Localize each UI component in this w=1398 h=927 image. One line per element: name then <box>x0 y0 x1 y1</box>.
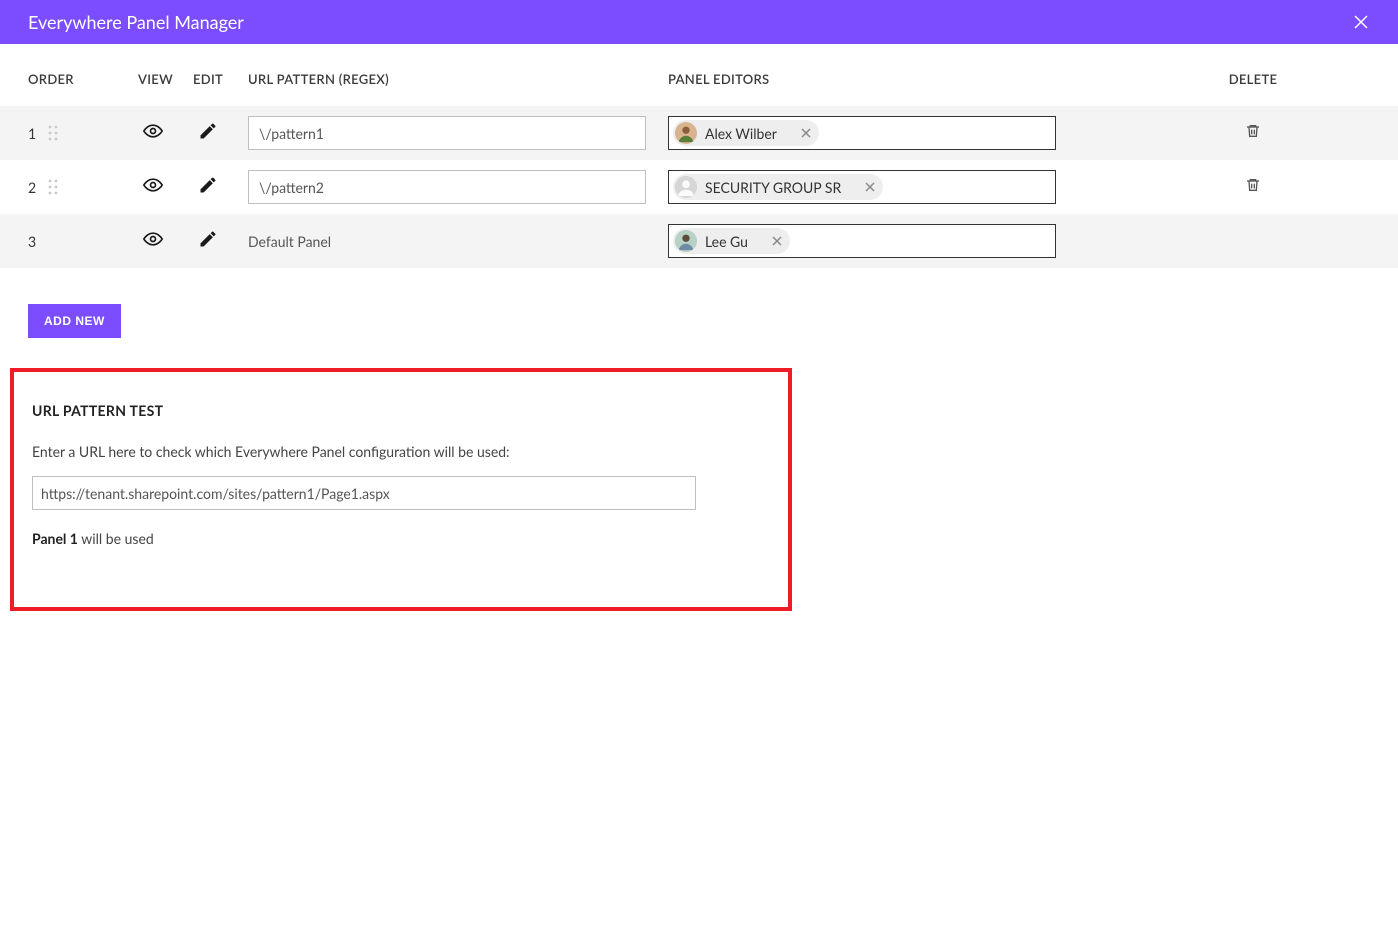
order-cell: 1 <box>28 125 138 142</box>
col-header-order: ORDER <box>28 71 138 87</box>
editor-chip: Alex Wilber <box>673 120 819 146</box>
col-header-view: VIEW <box>138 71 193 87</box>
avatar <box>675 230 697 252</box>
url-pattern-input[interactable] <box>248 170 646 204</box>
test-panel-description: Enter a URL here to check which Everywhe… <box>32 443 770 460</box>
pencil-icon[interactable] <box>193 175 223 195</box>
editor-chip: Lee Gu <box>673 228 790 254</box>
avatar <box>675 176 697 198</box>
order-cell: 2 <box>28 179 138 196</box>
eye-icon[interactable] <box>138 175 168 195</box>
panel-editors-picker[interactable]: Lee Gu <box>668 224 1056 258</box>
editor-name: Lee Gu <box>705 233 748 250</box>
order-number: 3 <box>28 233 36 250</box>
pencil-icon[interactable] <box>193 229 223 249</box>
dialog-title: Everywhere Panel Manager <box>28 11 244 33</box>
editor-chip: SECURITY GROUP SR <box>673 174 883 200</box>
editor-name: SECURITY GROUP SR <box>705 179 841 196</box>
test-result-suffix: will be used <box>78 530 154 547</box>
eye-icon[interactable] <box>138 229 168 249</box>
test-url-input[interactable] <box>32 476 696 510</box>
url-pattern-test-panel: URL PATTERN TEST Enter a URL here to che… <box>10 368 792 611</box>
dialog-header: Everywhere Panel Manager <box>0 0 1398 44</box>
table-body: 1 Alex Wilber <box>0 106 1398 268</box>
order-number: 2 <box>28 179 36 196</box>
url-pattern-input[interactable] <box>248 116 646 150</box>
order-cell: 3 <box>28 233 138 250</box>
pencil-icon[interactable] <box>193 121 223 141</box>
test-panel-title: URL PATTERN TEST <box>32 402 770 419</box>
panels-table: ORDER VIEW EDIT URL PATTERN (REGEX) PANE… <box>0 58 1398 268</box>
col-header-url-pattern: URL PATTERN (REGEX) <box>248 71 668 87</box>
table-row: 3 Default Panel Lee Gu <box>0 214 1398 268</box>
drag-handle-icon[interactable] <box>48 179 58 195</box>
table-header-row: ORDER VIEW EDIT URL PATTERN (REGEX) PANE… <box>0 58 1398 100</box>
trash-icon[interactable] <box>1245 176 1261 194</box>
table-row: 1 Alex Wilber <box>0 106 1398 160</box>
drag-handle-icon[interactable] <box>48 125 58 141</box>
chip-remove-icon[interactable] <box>801 128 811 138</box>
table-row: 2 SECURITY GROU <box>0 160 1398 214</box>
trash-icon[interactable] <box>1245 122 1261 140</box>
add-new-button[interactable]: ADD NEW <box>28 304 121 338</box>
close-icon[interactable] <box>1352 13 1370 31</box>
panel-editors-picker[interactable]: Alex Wilber <box>668 116 1056 150</box>
chip-remove-icon[interactable] <box>865 182 875 192</box>
order-number: 1 <box>28 125 36 142</box>
eye-icon[interactable] <box>138 121 168 141</box>
panel-editors-picker[interactable]: SECURITY GROUP SR <box>668 170 1056 204</box>
col-header-panel-editors: PANEL EDITORS <box>668 71 1118 87</box>
col-header-delete: DELETE <box>1118 71 1388 87</box>
chip-remove-icon[interactable] <box>772 236 782 246</box>
editor-name: Alex Wilber <box>705 125 777 142</box>
test-result-text: Panel 1 will be used <box>32 530 770 547</box>
test-result-panel-name: Panel 1 <box>32 530 78 547</box>
url-pattern-text: Default Panel <box>248 233 331 250</box>
col-header-edit: EDIT <box>193 71 248 87</box>
avatar <box>675 122 697 144</box>
